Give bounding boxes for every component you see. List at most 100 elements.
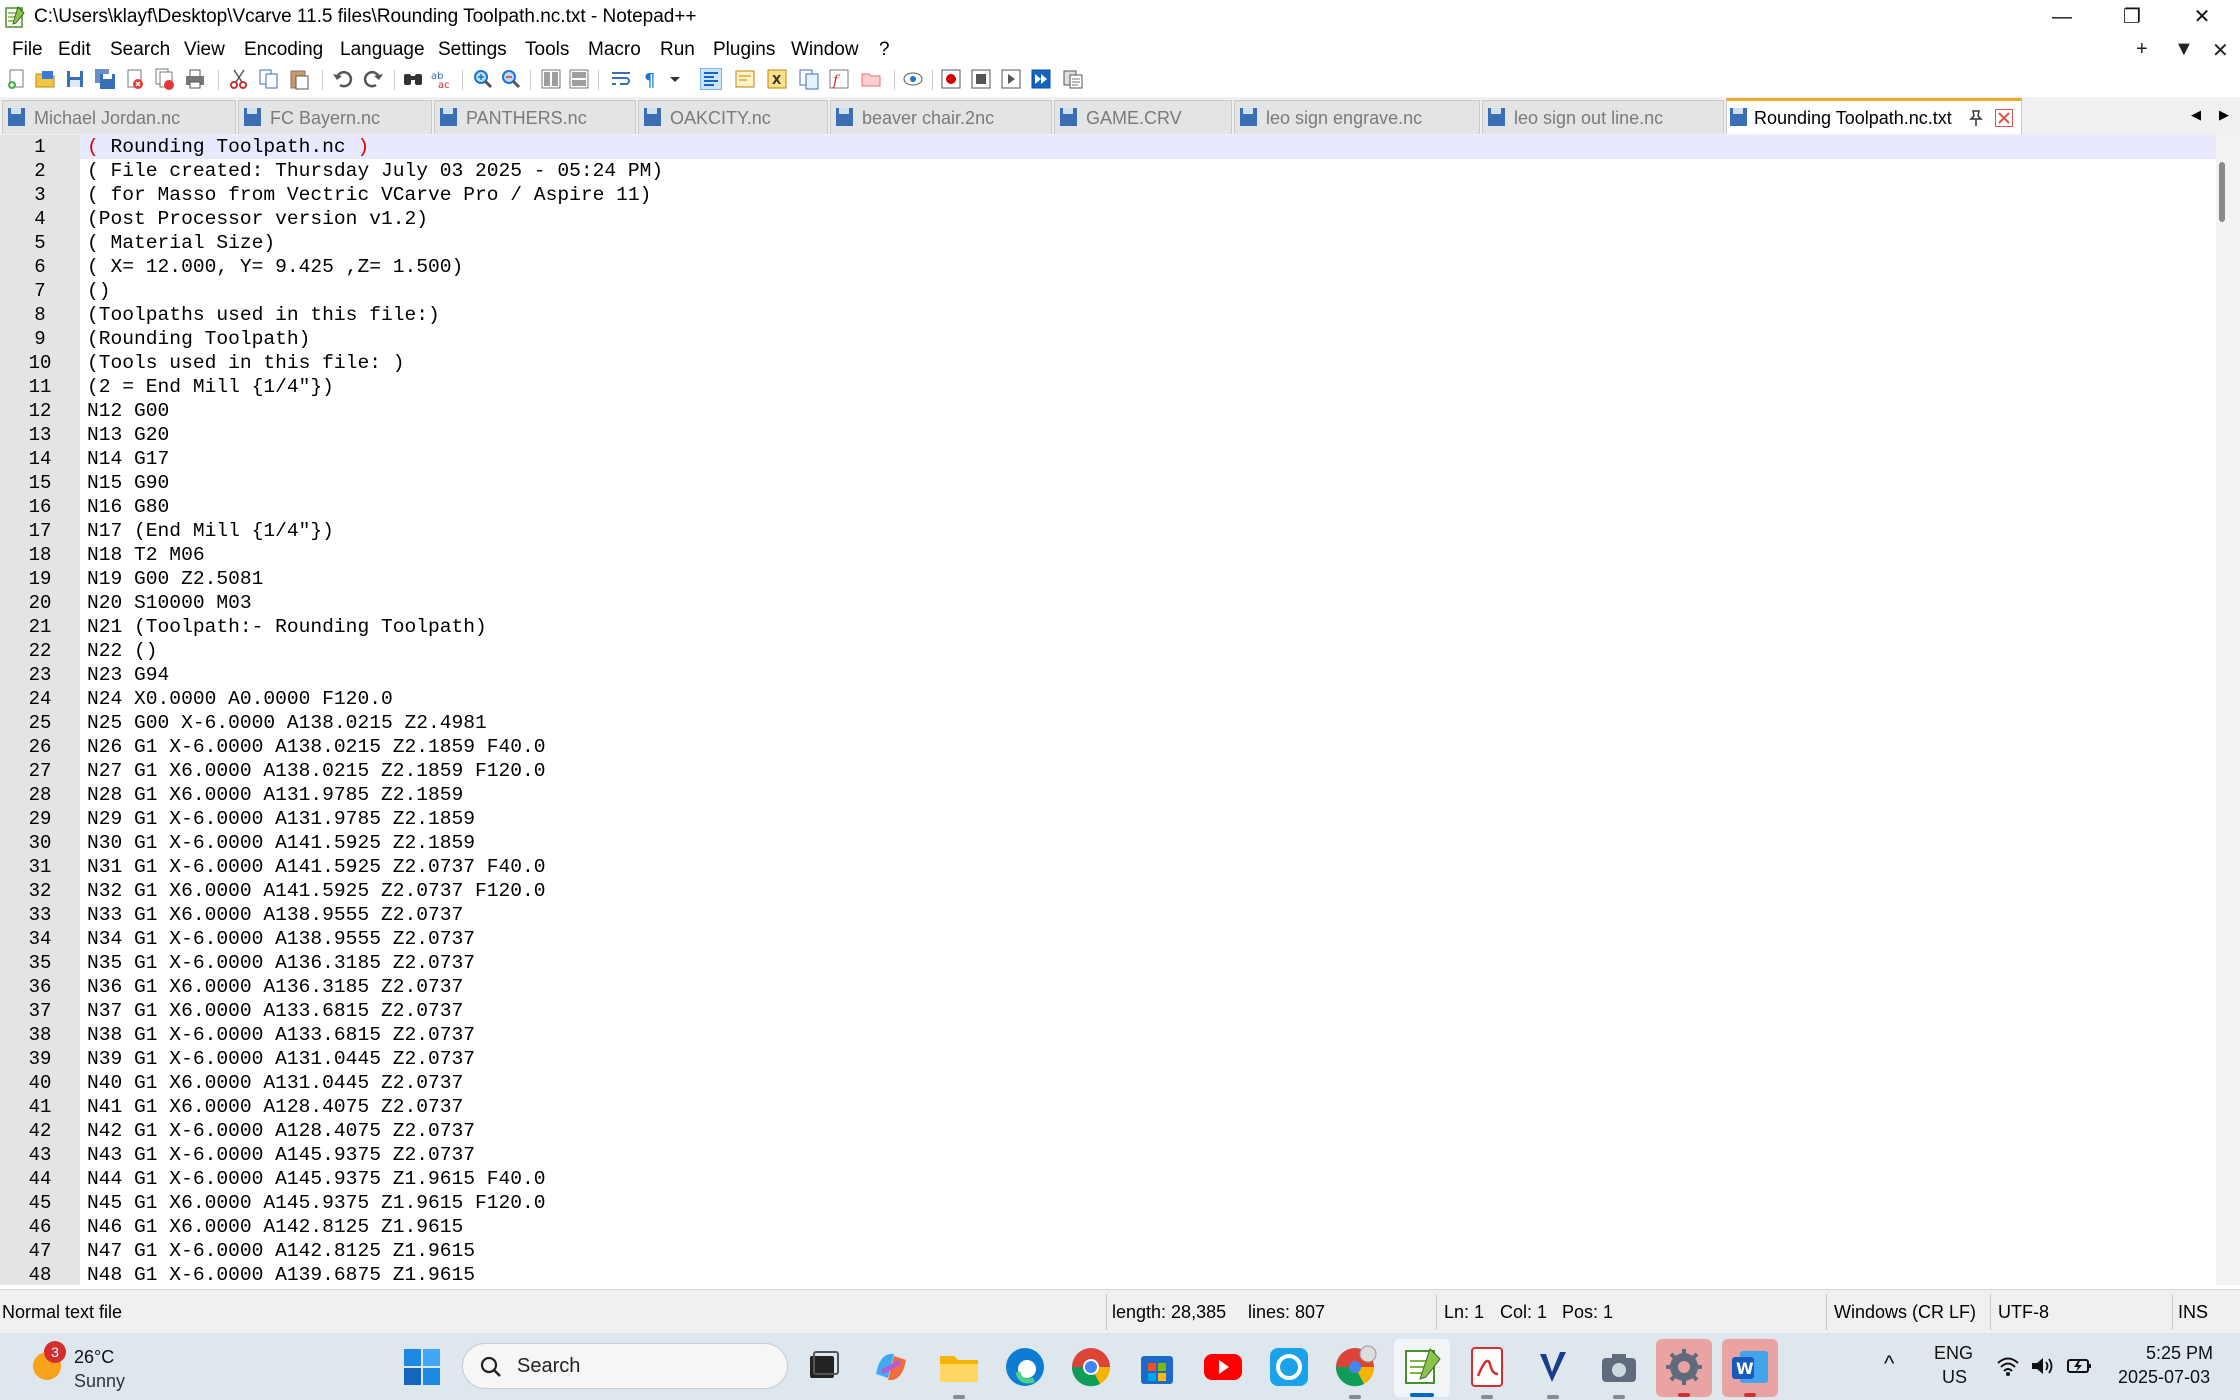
tab-michael-jordan[interactable]: Michael Jordan.nc [2,100,236,134]
tab-scroll-right-button[interactable]: ▶ [2210,102,2238,128]
menu-encoding[interactable]: Encoding [244,39,323,61]
tab-beaver-chair[interactable]: beaver chair.2nc [830,100,1052,134]
menu-plugins[interactable]: Plugins [713,39,775,61]
save-macro-icon[interactable] [1062,68,1084,90]
undo-icon[interactable] [332,68,354,90]
alexa-icon[interactable] [1266,1344,1312,1390]
word-wrap-icon[interactable] [610,68,632,90]
start-windows-icon[interactable] [400,1345,444,1389]
chrome-profile-icon[interactable] [1332,1344,1378,1390]
battery-icon[interactable] [2066,1355,2092,1377]
zoom-out-icon[interactable] [500,68,522,90]
menu-edit[interactable]: Edit [58,39,91,61]
file-explorer-icon[interactable] [936,1344,982,1390]
eol-format-label[interactable]: Windows (CR LF) [1834,1302,1976,1323]
tab-oakcity[interactable]: OAKCITY.nc [638,100,828,134]
youtube-icon[interactable] [1200,1344,1246,1390]
zoom-in-icon[interactable] [472,68,494,90]
play-macro-icon[interactable] [1000,68,1022,90]
insert-mode-label[interactable]: INS [2178,1302,2208,1323]
status-divider [1436,1294,1437,1330]
tab-leo-sign-engrave[interactable]: leo sign engrave.nc [1234,100,1480,134]
monitoring-icon[interactable] [902,68,924,90]
close-document-button[interactable]: ✕ [2212,38,2229,63]
menu-run[interactable]: Run [660,39,695,61]
replace-icon[interactable]: abac [430,68,452,90]
minimize-button[interactable]: — [2030,0,2094,36]
save-all-icon[interactable] [94,68,116,90]
clock-time[interactable]: 5:25 PM [2146,1343,2213,1364]
user-language-icon[interactable] [734,68,756,90]
copy-icon[interactable] [258,68,280,90]
wifi-icon[interactable] [1996,1355,2020,1377]
sync-horizontal-icon[interactable] [568,68,590,90]
close-tab-icon[interactable] [1995,109,2013,127]
save-icon[interactable] [64,68,86,90]
paste-icon[interactable] [288,68,310,90]
indent-guide-icon[interactable] [700,68,722,90]
task-view-icon[interactable] [800,1344,846,1390]
new-tab-button[interactable]: + [2136,38,2148,61]
encoding-label[interactable]: UTF-8 [1998,1302,2049,1323]
menu-language[interactable]: Language [340,39,425,61]
document-map-icon[interactable]: X [766,68,788,90]
camera-icon[interactable] [1596,1344,1642,1390]
menu-tools[interactable]: Tools [525,39,569,61]
tab-leo-sign-out-line[interactable]: leo sign out line.nc [1482,100,1724,134]
menu-search[interactable]: Search [110,39,170,61]
folder-workspace-icon[interactable] [860,68,882,90]
tab-rounding-toolpath[interactable]: Rounding Toolpath.nc.txt [1726,98,2022,134]
microsoft-store-icon[interactable] [1134,1344,1180,1390]
tab-fc-bayern[interactable]: FC Bayern.nc [238,100,432,134]
tab-label: Rounding Toolpath.nc.txt [1754,108,1952,128]
text-editor[interactable]: 1 2 3 4 5 6 7 8 9 10 11 12 13 14 15 16 17 18 19 20 21 22 23 24 2… [0,135,2216,1285]
print-icon[interactable] [184,68,206,90]
copilot-icon[interactable] [868,1344,914,1390]
open-file-icon[interactable] [34,68,56,90]
show-all-chars-icon[interactable]: ¶ [640,68,662,90]
code-line: (Post Processor version v1.2) [87,208,428,230]
volume-icon[interactable] [2030,1355,2054,1377]
document-list-icon[interactable] [798,68,820,90]
tab-panthers[interactable]: PANTHERS.nc [434,100,636,134]
notepad-plus-plus-taskbar-button[interactable] [1394,1339,1450,1397]
vertical-scrollbar[interactable] [2216,135,2240,1285]
vcarve-icon[interactable] [1530,1344,1576,1390]
tab-game-crv[interactable]: GAME.CRV [1054,100,1232,134]
weather-widget[interactable]: 3 26°C Sunny [26,1341,146,1393]
menu-settings[interactable]: Settings [438,39,507,61]
menu-macro[interactable]: Macro [588,39,641,61]
settings-taskbar-button[interactable] [1656,1339,1712,1397]
close-icon[interactable] [124,68,146,90]
tray-overflow-chevron[interactable]: ^ [1884,1351,1894,1377]
record-macro-icon[interactable] [940,68,962,90]
menu-view[interactable]: View [184,39,225,61]
scrollbar-thumb[interactable] [2219,162,2225,222]
clock-date[interactable]: 2025-07-03 [2118,1367,2210,1388]
find-icon[interactable] [402,68,424,90]
close-all-icon[interactable] [154,68,176,90]
stop-record-icon[interactable] [970,68,992,90]
language-indicator-bottom[interactable]: US [1942,1367,1967,1388]
new-file-icon[interactable] [6,68,28,90]
language-indicator-top[interactable]: ENG [1934,1343,1973,1364]
tab-scroll-left-button[interactable]: ◀ [2182,102,2210,128]
word-taskbar-button[interactable]: W [1722,1339,1778,1397]
tab-list-dropdown-icon[interactable]: ▼ [2174,38,2194,61]
function-list-icon[interactable]: f [828,68,850,90]
cut-icon[interactable] [228,68,250,90]
redo-icon[interactable] [362,68,384,90]
menu-window[interactable]: Window [791,39,859,61]
menu-file[interactable]: File [12,39,43,61]
taskbar-search-box[interactable]: Search [462,1343,788,1389]
edge-browser-icon[interactable] [1002,1344,1048,1390]
acrobat-icon[interactable] [1464,1344,1510,1390]
run-macro-multiple-icon[interactable] [1030,68,1052,90]
close-window-button[interactable]: ✕ [2170,0,2234,36]
sync-vertical-icon[interactable] [540,68,562,90]
dropdown-icon[interactable] [664,68,686,90]
pin-icon[interactable] [1967,109,1985,127]
restore-button[interactable]: ❐ [2100,0,2164,36]
menu-help[interactable]: ? [879,39,890,61]
chrome-icon[interactable] [1068,1344,1114,1390]
